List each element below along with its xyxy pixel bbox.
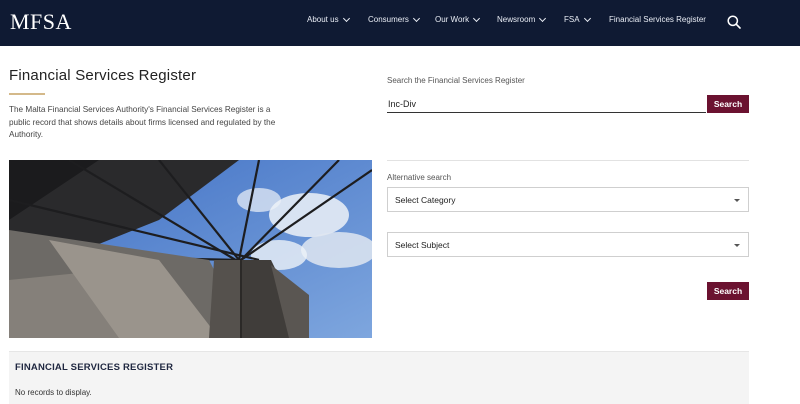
chevron-down-icon [583,14,591,22]
nav-consumers[interactable]: Consumers [368,14,420,24]
register-search-input[interactable] [387,96,706,113]
nav-newsroom-label: Newsroom [497,15,536,24]
nav-fsa-label: FSA [564,15,580,24]
alternative-search-button[interactable]: Search [707,282,749,300]
category-select[interactable]: Select Category [387,187,749,212]
nav-our-work[interactable]: Our Work [435,14,481,24]
chevron-down-icon [473,14,481,22]
category-select-value: Select Category [395,194,456,205]
building-photo [9,160,372,338]
page-title: Financial Services Register [9,67,197,84]
subject-select-value: Select Subject [395,239,450,250]
results-title: FINANCIAL SERVICES REGISTER [15,362,174,373]
mfsa-logo[interactable]: MFSA [10,9,72,35]
nav-financial-services-register-label: Financial Services Register [609,15,706,24]
caret-down-icon [734,244,740,247]
caret-down-icon [734,199,740,202]
results-panel: FINANCIAL SERVICES REGISTER No records t… [9,351,749,404]
nav-newsroom[interactable]: Newsroom [497,14,547,24]
title-underline [9,93,45,95]
results-empty-message: No records to display. [15,388,92,397]
section-divider [387,160,749,161]
search-button[interactable]: Search [707,95,749,113]
alternative-search-label: Alternative search [387,173,452,182]
page-description: The Malta Financial Services Authority's… [9,105,276,139]
chevron-down-icon [412,14,420,22]
nav-financial-services-register[interactable]: Financial Services Register [609,15,706,24]
nav-about-us-label: About us [307,15,339,24]
chevron-down-icon [342,14,350,22]
top-navigation-bar: MFSA About us Consumers Our Work Newsroo… [0,0,800,46]
chevron-down-icon [539,14,547,22]
nav-our-work-label: Our Work [435,15,470,24]
nav-fsa[interactable]: FSA [564,14,591,24]
subject-select[interactable]: Select Subject [387,232,749,257]
nav-consumers-label: Consumers [368,15,409,24]
search-label: Search the Financial Services Register [387,76,525,85]
search-icon[interactable] [727,15,741,29]
hero-image-building [9,160,372,338]
nav-about-us[interactable]: About us [307,14,350,24]
